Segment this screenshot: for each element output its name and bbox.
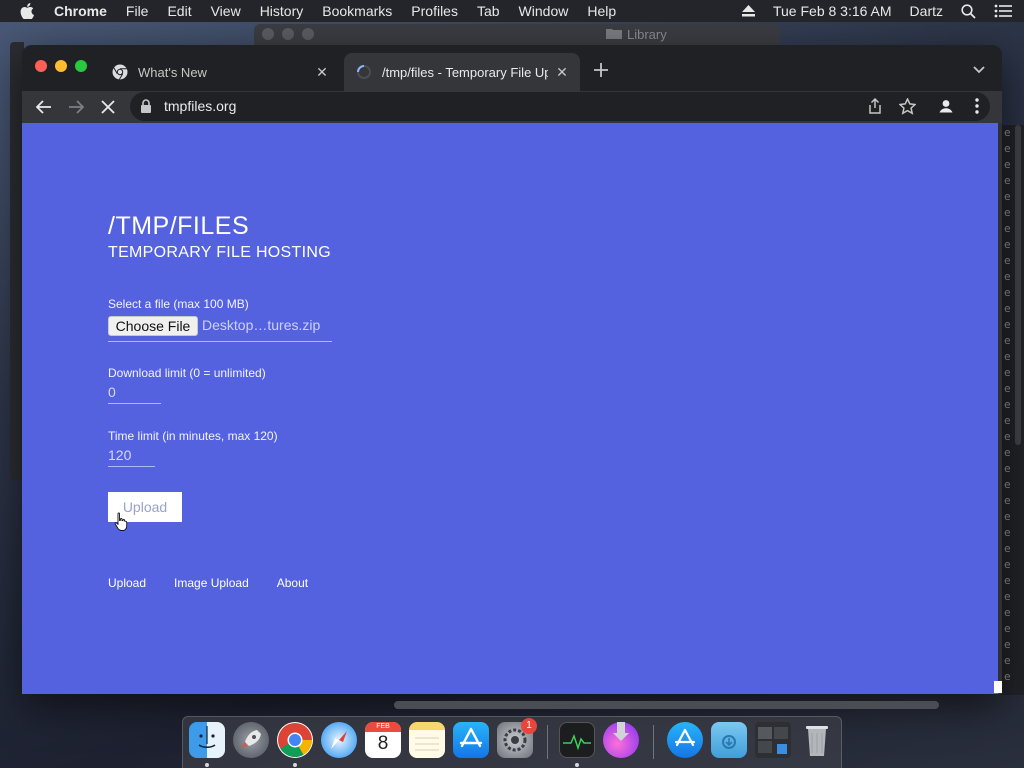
horizontal-scrollbar[interactable] bbox=[394, 701, 939, 709]
footer-link-image-upload[interactable]: Image Upload bbox=[174, 576, 249, 590]
terminal-scrollbar[interactable] bbox=[1015, 125, 1021, 445]
dock-separator bbox=[653, 725, 654, 759]
apple-menu-icon[interactable] bbox=[20, 3, 36, 19]
close-tab-icon[interactable]: ✕ bbox=[314, 64, 330, 80]
download-limit-label: Download limit (0 = unlimited) bbox=[108, 366, 266, 380]
system-preferences-gear-icon[interactable]: 1 bbox=[497, 718, 537, 758]
file-select-label: Select a file (max 100 MB) bbox=[108, 297, 249, 311]
notes-icon[interactable] bbox=[409, 722, 445, 758]
menu-profiles[interactable]: Profiles bbox=[411, 3, 458, 19]
running-indicator bbox=[575, 763, 579, 767]
share-icon[interactable] bbox=[867, 97, 883, 114]
selected-file-name: Desktop…tures.zip bbox=[202, 317, 321, 333]
forward-arrow-icon[interactable] bbox=[64, 95, 88, 119]
back-arrow-icon[interactable] bbox=[32, 95, 56, 119]
page-subtitle: TEMPORARY FILE HOSTING bbox=[108, 244, 331, 261]
minimize-window-button[interactable] bbox=[55, 60, 67, 72]
new-tab-button[interactable] bbox=[590, 59, 612, 81]
spotlight-search-icon[interactable] bbox=[961, 3, 976, 19]
tab-whats-new[interactable]: What's New ✕ bbox=[100, 53, 340, 91]
library-window-controls bbox=[262, 28, 314, 40]
menubar-clock[interactable]: Tue Feb 8 3:16 AM bbox=[773, 3, 892, 19]
dock: FEB 8 1 bbox=[182, 716, 842, 768]
menu-window[interactable]: Window bbox=[519, 3, 569, 19]
recent-stack-icon[interactable] bbox=[755, 722, 791, 758]
url-text[interactable]: tmpfiles.org bbox=[164, 98, 236, 114]
menubar-user[interactable]: Dartz bbox=[910, 3, 943, 19]
folder-icon bbox=[606, 27, 622, 42]
menu-history[interactable]: History bbox=[260, 3, 304, 19]
footer-link-upload[interactable]: Upload bbox=[108, 576, 146, 590]
eject-icon[interactable] bbox=[741, 5, 755, 17]
chrome-dock-icon[interactable] bbox=[277, 722, 313, 758]
menu-app-name[interactable]: Chrome bbox=[54, 3, 107, 19]
choose-file-button[interactable]: Choose File bbox=[108, 316, 198, 336]
browser-window: What's New ✕ /tmp/files - Temporary File… bbox=[22, 45, 1002, 694]
activity-monitor-icon[interactable] bbox=[559, 722, 595, 758]
stop-loading-icon[interactable] bbox=[96, 95, 120, 119]
menu-help[interactable]: Help bbox=[587, 3, 616, 19]
notification-badge: 1 bbox=[521, 718, 537, 734]
menu-file[interactable]: File bbox=[126, 3, 149, 19]
menu-bar: Chrome File Edit View History Bookmarks … bbox=[0, 0, 1024, 22]
applications-folder-icon[interactable] bbox=[667, 722, 703, 758]
footer-link-about[interactable]: About bbox=[277, 576, 308, 590]
bookmark-star-icon[interactable] bbox=[898, 97, 917, 115]
time-limit-input[interactable]: 120 bbox=[108, 445, 155, 467]
footer-nav: Upload Image Upload About bbox=[108, 576, 336, 590]
menu-bookmarks[interactable]: Bookmarks bbox=[322, 3, 392, 19]
calendar-month: FEB bbox=[365, 722, 401, 732]
file-input[interactable]: Choose File Desktop…tures.zip bbox=[108, 316, 332, 342]
lock-icon[interactable] bbox=[140, 99, 154, 113]
chrome-icon bbox=[112, 64, 128, 80]
tab-search-chevron-icon[interactable] bbox=[970, 61, 988, 79]
close-tab-icon[interactable]: ✕ bbox=[554, 64, 570, 80]
download-limit-input[interactable]: 0 bbox=[108, 382, 161, 404]
tab-title: /tmp/files - Temporary File Upl bbox=[382, 64, 548, 80]
close-window-button[interactable] bbox=[35, 60, 47, 72]
maximize-window-button[interactable] bbox=[75, 60, 87, 72]
hand-pointer-cursor-icon bbox=[114, 512, 128, 532]
address-bar[interactable]: tmpfiles.org bbox=[130, 92, 990, 121]
menu-edit[interactable]: Edit bbox=[167, 3, 191, 19]
calendar-day: 8 bbox=[377, 733, 389, 754]
browser-toolbar: tmpfiles.org bbox=[22, 91, 1002, 123]
control-center-icon[interactable] bbox=[994, 4, 1012, 18]
loading-spinner-icon bbox=[356, 64, 372, 80]
calendar-icon[interactable]: FEB 8 bbox=[365, 722, 401, 758]
downloads-folder-icon[interactable] bbox=[711, 722, 747, 758]
page-title: /TMP/FILES bbox=[108, 212, 250, 240]
background-terminal-strip: eeeeeeeeeeeeeeeeeeeeeeeeeeeeeeeeeee bbox=[1000, 125, 1024, 695]
app-store-icon[interactable] bbox=[453, 722, 489, 758]
kebab-menu-icon[interactable] bbox=[968, 97, 986, 115]
finder-icon[interactable] bbox=[189, 722, 225, 758]
tab-strip: What's New ✕ /tmp/files - Temporary File… bbox=[22, 45, 1002, 91]
tab-tmpfiles[interactable]: /tmp/files - Temporary File Upl ✕ bbox=[344, 53, 580, 91]
dock-separator bbox=[547, 725, 548, 759]
window-controls bbox=[35, 60, 87, 72]
running-indicator bbox=[293, 763, 297, 767]
running-indicator bbox=[205, 763, 209, 767]
menu-view[interactable]: View bbox=[211, 3, 241, 19]
safari-compass-icon[interactable] bbox=[321, 722, 357, 758]
time-limit-label: Time limit (in minutes, max 120) bbox=[108, 429, 278, 443]
trash-icon[interactable] bbox=[799, 722, 835, 758]
tab-title: What's New bbox=[138, 64, 207, 80]
resize-handle[interactable] bbox=[994, 681, 1002, 693]
launchpad-rocket-icon[interactable] bbox=[233, 722, 269, 758]
page-content: /TMP/FILES TEMPORARY FILE HOSTING Select… bbox=[22, 123, 1002, 694]
menu-tab[interactable]: Tab bbox=[477, 3, 500, 19]
library-window-title: Library bbox=[627, 27, 667, 42]
installer-download-icon[interactable] bbox=[603, 722, 639, 758]
terminal-text-column: eeeeeeeeeeeeeeeeeeeeeeeeeeeeeeeeeee bbox=[1004, 126, 1011, 683]
profile-avatar-icon[interactable] bbox=[936, 96, 956, 116]
